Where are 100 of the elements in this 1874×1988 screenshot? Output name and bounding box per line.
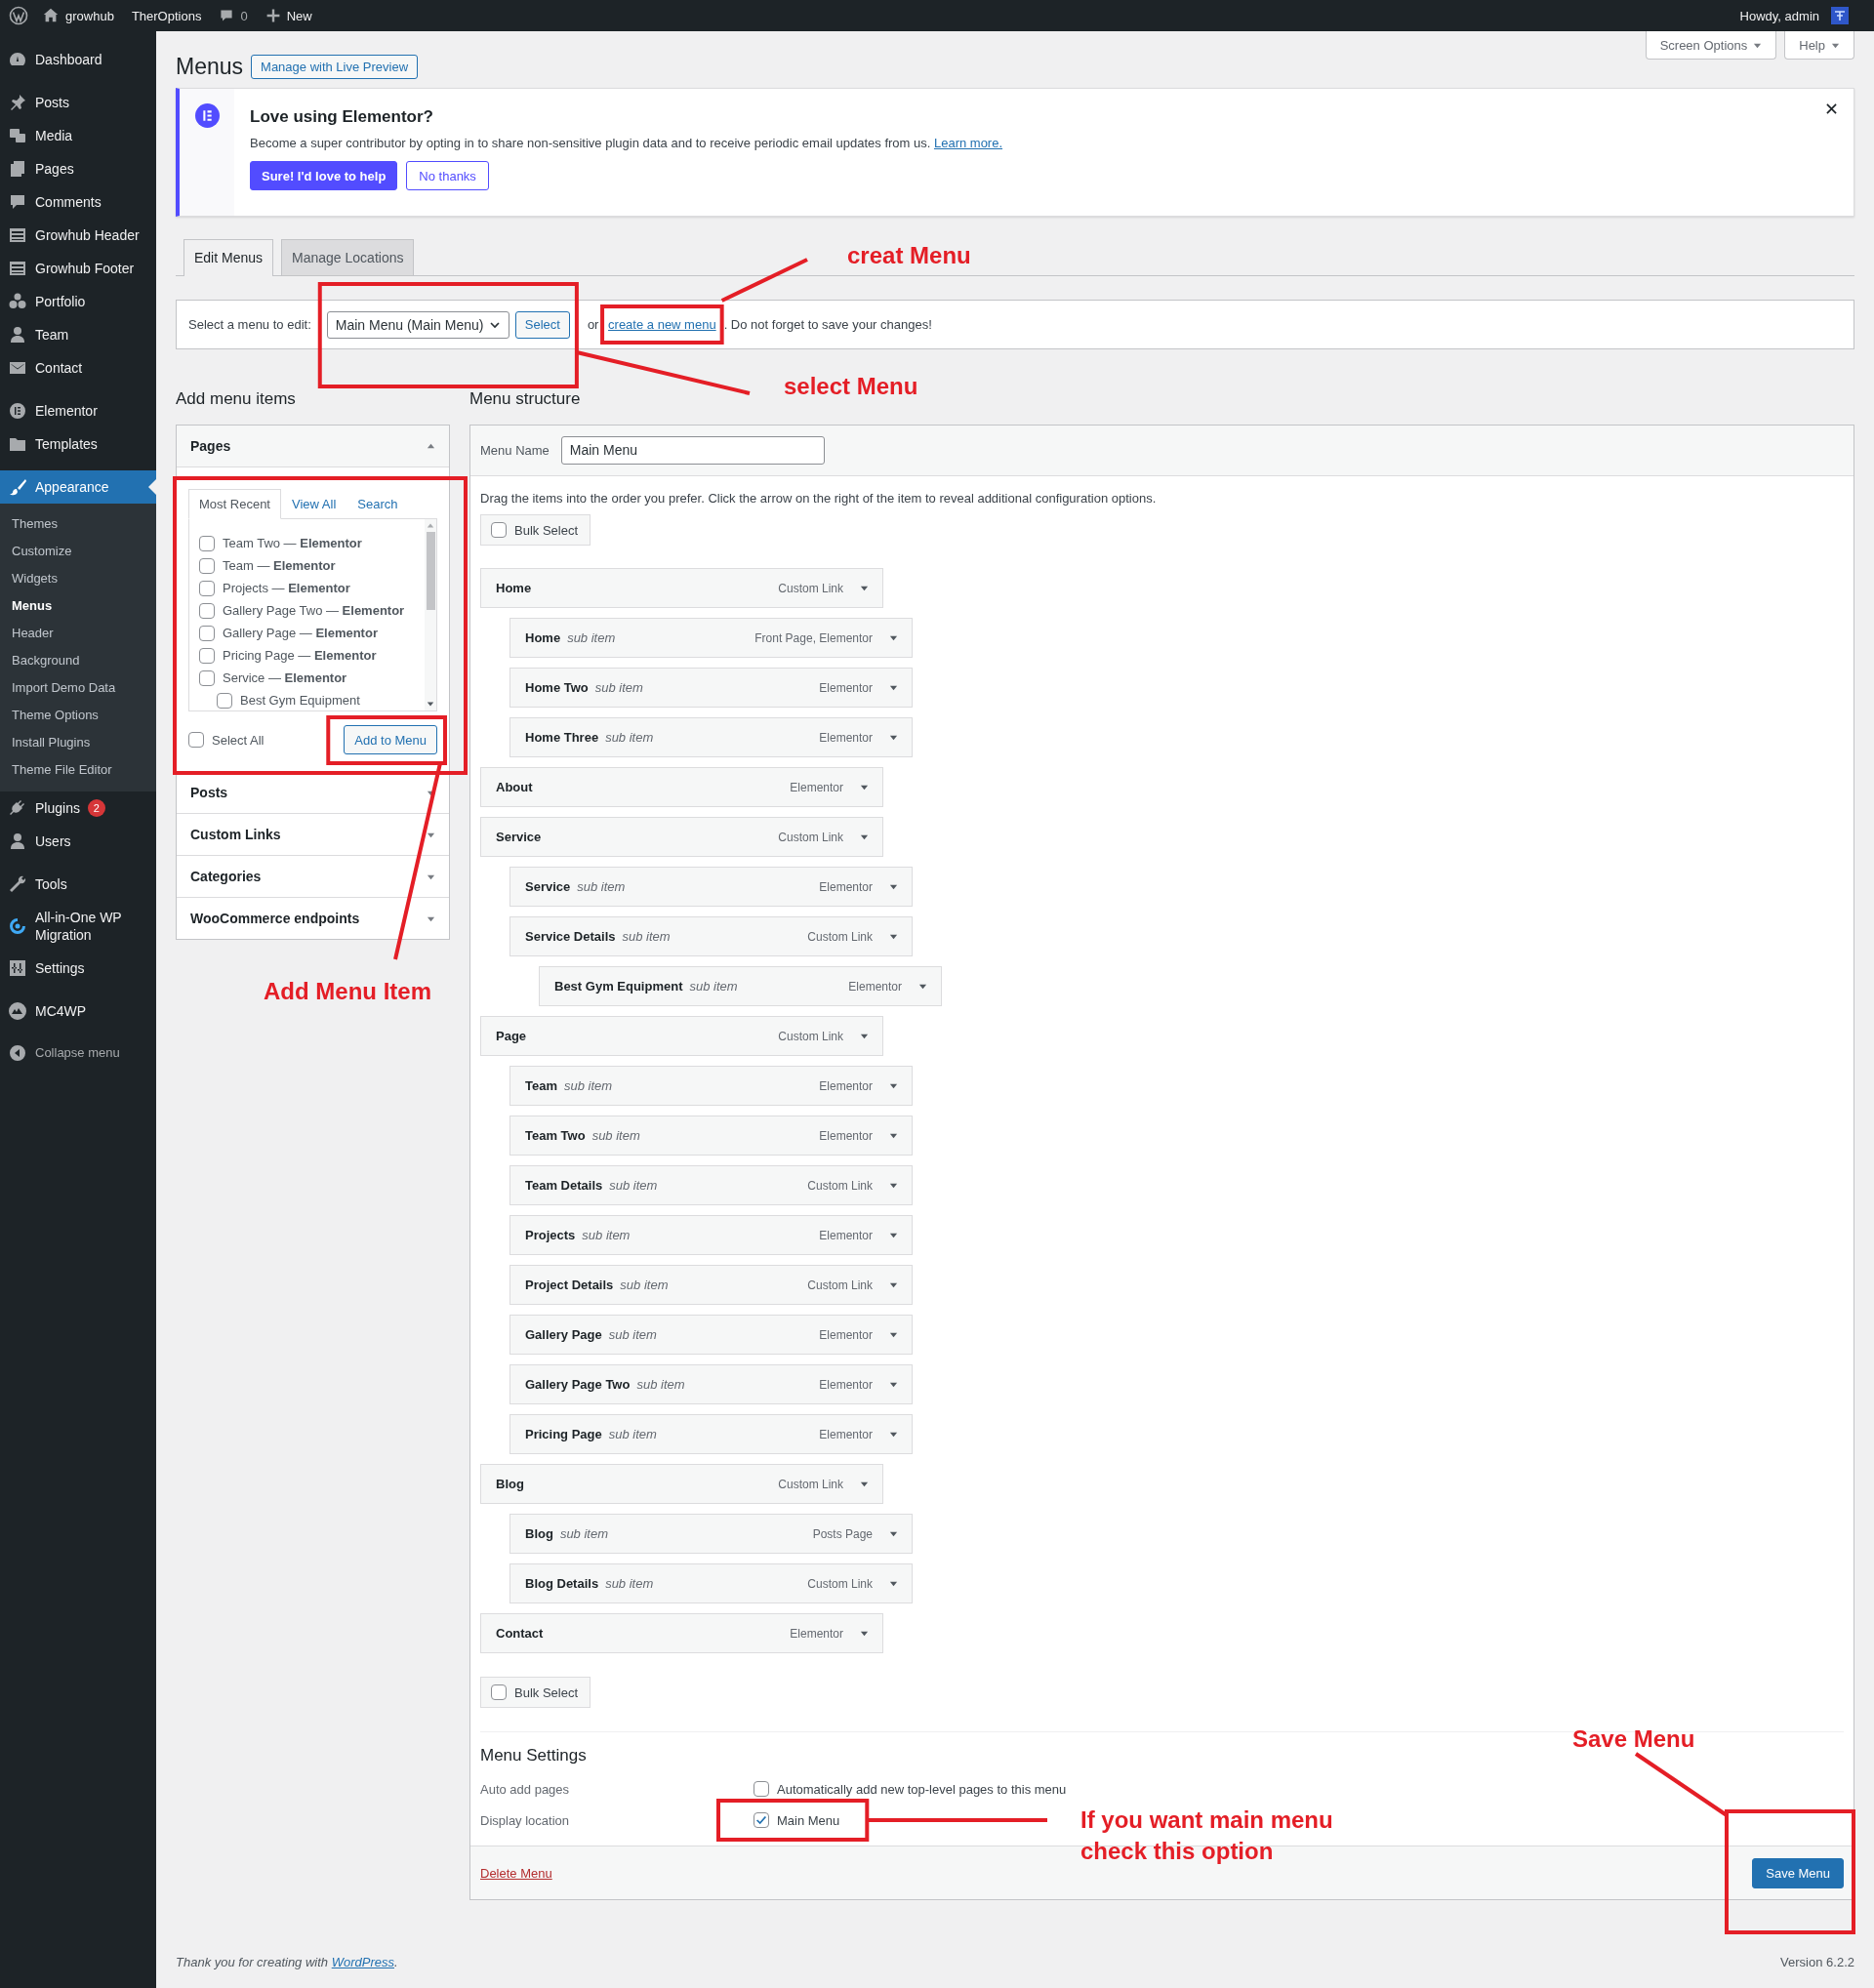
sidebar-item[interactable]: Elementor xyxy=(0,394,156,427)
caret-icon[interactable] xyxy=(889,1131,898,1140)
caret-icon[interactable] xyxy=(860,1480,869,1488)
menu-item[interactable]: Home Three sub item Elementor xyxy=(509,717,913,757)
sidebar-item[interactable]: Comments xyxy=(0,185,156,219)
caret-icon[interactable] xyxy=(889,1430,898,1439)
caret-icon[interactable] xyxy=(860,1032,869,1040)
sidebar-item[interactable]: Pages xyxy=(0,152,156,185)
scroll-down-icon[interactable] xyxy=(427,700,434,708)
menu-item[interactable]: About Elementor xyxy=(480,767,883,807)
menu-item[interactable]: Home sub item Front Page, Elementor xyxy=(509,618,913,658)
panel-tab[interactable]: View All xyxy=(281,489,347,518)
caret-icon[interactable] xyxy=(889,1330,898,1339)
menu-item[interactable]: Blog Custom Link xyxy=(480,1464,883,1504)
panel-tab[interactable]: Most Recent xyxy=(188,489,281,519)
select-button[interactable]: Select xyxy=(514,310,570,339)
accordion-header[interactable]: WooCommerce endpoints xyxy=(177,897,449,939)
sidebar-item[interactable]: Tools xyxy=(0,868,156,901)
close-icon[interactable] xyxy=(1826,103,1837,114)
sidebar-item[interactable]: Dashboard xyxy=(0,43,156,76)
caret-icon[interactable] xyxy=(889,1231,898,1239)
submenu-item[interactable]: Menus xyxy=(0,592,156,620)
sidebar-item[interactable]: Growhub Header xyxy=(0,219,156,252)
menu-item[interactable]: Service Custom Link xyxy=(480,817,883,857)
menu-item[interactable]: Best Gym Equipment sub item Elementor xyxy=(539,966,942,1006)
sidebar-item[interactable]: Media xyxy=(0,119,156,152)
sidebar-item[interactable]: Users xyxy=(0,825,156,858)
menu-item[interactable]: Team Two sub item Elementor xyxy=(509,1116,913,1156)
account-link[interactable]: Howdy, admin xyxy=(1739,0,1849,31)
caret-icon[interactable] xyxy=(889,633,898,642)
caret-icon[interactable] xyxy=(889,1280,898,1289)
new-link[interactable]: New xyxy=(265,0,312,31)
checkbox[interactable] xyxy=(217,692,232,709)
submenu-item[interactable]: Theme Options xyxy=(0,702,156,729)
menu-item[interactable]: Home Custom Link xyxy=(480,568,883,608)
menu-item[interactable]: Gallery Page sub item Elementor xyxy=(509,1315,913,1355)
submenu-item[interactable]: Background xyxy=(0,647,156,674)
checkbox[interactable] xyxy=(199,557,215,574)
submenu-item[interactable]: Widgets xyxy=(0,565,156,592)
live-preview-button[interactable]: Manage with Live Preview xyxy=(251,54,419,79)
site-link[interactable]: growhub xyxy=(42,0,114,31)
checkbox[interactable] xyxy=(188,732,204,748)
scrollbar[interactable] xyxy=(425,519,436,710)
menu-item[interactable]: Team Details sub item Custom Link xyxy=(509,1165,913,1205)
menu-name-field[interactable]: Main Menu xyxy=(560,436,825,465)
checkbox[interactable] xyxy=(199,625,215,641)
menu-item[interactable]: Pricing Page sub item Elementor xyxy=(509,1414,913,1454)
caret-icon[interactable] xyxy=(889,1529,898,1538)
checkbox[interactable] xyxy=(199,580,215,596)
caret-icon[interactable] xyxy=(860,1629,869,1638)
tab[interactable]: Manage Locations xyxy=(281,239,415,275)
sidebar-item[interactable]: Posts xyxy=(0,86,156,119)
sidebar-item[interactable]: Growhub Footer xyxy=(0,252,156,285)
caret-icon[interactable] xyxy=(889,1380,898,1389)
checkbox[interactable] xyxy=(754,1812,769,1828)
caret-icon[interactable] xyxy=(860,584,869,592)
menu-item[interactable]: Home Two sub item Elementor xyxy=(509,668,913,708)
submenu-item[interactable]: Theme File Editor xyxy=(0,756,156,784)
menu-item[interactable]: Team sub item Elementor xyxy=(509,1066,913,1106)
sidebar-item[interactable]: All-in-One WP Migration xyxy=(0,901,156,952)
caret-icon[interactable] xyxy=(889,882,898,891)
save-menu-button[interactable]: Save Menu xyxy=(1752,1857,1844,1888)
panel-tab[interactable]: Search xyxy=(346,489,409,518)
caret-icon[interactable] xyxy=(889,683,898,692)
bulk-select-button[interactable]: Bulk Select xyxy=(480,514,591,546)
delete-menu-link[interactable]: Delete Menu xyxy=(480,1865,552,1881)
menu-item[interactable]: Project Details sub item Custom Link xyxy=(509,1265,913,1305)
menu-item[interactable]: Projects sub item Elementor xyxy=(509,1215,913,1255)
sidebar-item[interactable]: Portfolio xyxy=(0,285,156,318)
submenu-item[interactable]: Import Demo Data xyxy=(0,674,156,702)
tab[interactable]: Edit Menus xyxy=(183,239,274,276)
comments-link[interactable]: 0 xyxy=(219,0,248,31)
wordpress-logo-icon[interactable] xyxy=(9,6,28,25)
submenu-item[interactable]: Header xyxy=(0,620,156,647)
caret-icon[interactable] xyxy=(860,832,869,841)
checkbox[interactable] xyxy=(199,535,215,551)
checkbox[interactable] xyxy=(754,1781,769,1797)
sidebar-item[interactable]: Templates xyxy=(0,427,156,461)
accordion-header[interactable]: Pages xyxy=(177,426,449,467)
menu-item[interactable]: Contact Elementor xyxy=(480,1613,883,1653)
learn-more-link[interactable]: Learn more. xyxy=(933,136,1003,150)
sidebar-item[interactable]: Settings xyxy=(0,952,156,985)
help-button[interactable]: Help xyxy=(1784,31,1854,60)
submenu-item[interactable]: Customize xyxy=(0,538,156,565)
menu-item[interactable]: Service Details sub item Custom Link xyxy=(509,916,913,956)
collapse-menu-button[interactable]: Collapse menu xyxy=(0,1037,156,1068)
sidebar-item[interactable]: Team xyxy=(0,318,156,351)
decline-button[interactable]: No thanks xyxy=(406,161,489,190)
caret-icon[interactable] xyxy=(860,783,869,791)
sidebar-item[interactable]: Appearance xyxy=(0,470,156,504)
caret-icon[interactable] xyxy=(889,1181,898,1190)
checkbox[interactable] xyxy=(199,669,215,686)
caret-icon[interactable] xyxy=(889,1081,898,1090)
menu-item[interactable]: Blog Details sub item Custom Link xyxy=(509,1563,913,1603)
caret-icon[interactable] xyxy=(427,441,435,451)
menu-dropdown[interactable]: Main Menu (Main Menu) xyxy=(326,310,509,339)
sidebar-item[interactable]: Contact xyxy=(0,351,156,385)
caret-icon[interactable] xyxy=(889,733,898,742)
checkbox[interactable] xyxy=(199,602,215,619)
menu-item[interactable]: Page Custom Link xyxy=(480,1016,883,1056)
